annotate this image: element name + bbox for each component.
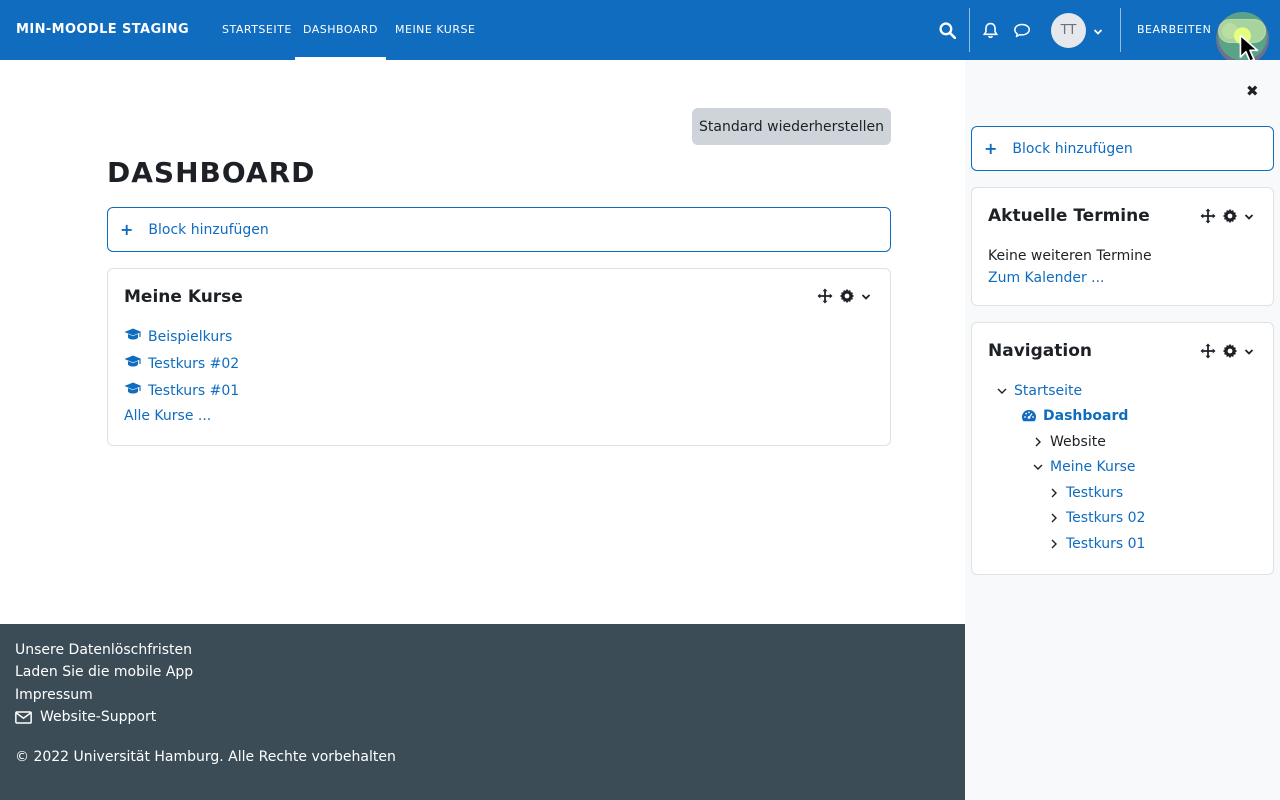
block-title: Aktuelle Termine bbox=[988, 206, 1150, 226]
chevron-right-icon bbox=[1051, 539, 1057, 549]
graduation-cap-icon bbox=[124, 354, 142, 373]
chevron-down-icon[interactable] bbox=[1093, 25, 1103, 41]
envelope-icon bbox=[15, 710, 32, 724]
chat-icon[interactable] bbox=[1013, 22, 1031, 43]
nav-tree-website[interactable]: Website bbox=[1032, 434, 1106, 450]
footer-link-label: Website-Support bbox=[40, 709, 157, 725]
my-courses-block: Meine Kurse Beispielkurs Testkurs #02 Te… bbox=[107, 268, 891, 446]
course-link[interactable]: Testkurs #02 bbox=[124, 354, 239, 373]
course-name: Testkurs #01 bbox=[148, 382, 240, 399]
user-avatar[interactable]: TT bbox=[1051, 13, 1086, 48]
nav-tree-label: Meine Kurse bbox=[1050, 459, 1136, 475]
nav-tree-label: Testkurs 02 bbox=[1066, 510, 1146, 526]
search-icon[interactable] bbox=[939, 22, 957, 43]
gear-icon[interactable] bbox=[839, 288, 855, 308]
bell-icon[interactable] bbox=[982, 22, 999, 43]
gear-icon[interactable] bbox=[1222, 208, 1238, 228]
nav-tree-meine-kurse[interactable]: Meine Kurse bbox=[1032, 459, 1136, 475]
footer-link-impressum[interactable]: Impressum bbox=[15, 687, 93, 703]
drawer-add-block-button[interactable]: + Block hinzufügen bbox=[971, 126, 1274, 171]
block-title: Meine Kurse bbox=[124, 287, 243, 307]
calendar-link[interactable]: Zum Kalender ... bbox=[988, 270, 1105, 286]
copyright-text: © 2022 Universität Hamburg. Alle Rechte … bbox=[15, 749, 396, 765]
nav-tree-label: Dashboard bbox=[1043, 408, 1129, 424]
graduation-cap-icon bbox=[124, 381, 142, 400]
chevron-down-icon bbox=[1033, 464, 1043, 470]
move-icon[interactable] bbox=[1200, 208, 1216, 228]
chevron-down-icon[interactable] bbox=[861, 290, 871, 306]
navigation-block: Navigation Startseite Dashboard Website … bbox=[971, 322, 1274, 575]
no-events-text: Keine weiteren Termine bbox=[988, 248, 1152, 264]
footer-link-support[interactable]: Website-Support bbox=[15, 709, 156, 725]
page-title: DASHBOARD bbox=[107, 156, 316, 189]
chevron-down-icon[interactable] bbox=[1244, 345, 1254, 361]
nav-link-meine-kurse[interactable]: MEINE KURSE bbox=[395, 23, 475, 36]
course-name: Beispielkurs bbox=[148, 328, 233, 345]
nav-tree-course[interactable]: Testkurs 01 bbox=[1048, 536, 1145, 552]
nav-tree-course[interactable]: Testkurs bbox=[1048, 485, 1123, 501]
edit-mode-label: BEARBEITEN bbox=[1137, 23, 1212, 36]
block-controls bbox=[1200, 208, 1254, 228]
block-controls bbox=[817, 288, 871, 308]
nav-tree-label: Testkurs 01 bbox=[1066, 536, 1146, 552]
reset-dashboard-button[interactable]: Standard wiederherstellen bbox=[692, 108, 891, 145]
chevron-right-icon bbox=[1051, 513, 1057, 523]
nav-tree-label: Website bbox=[1050, 434, 1106, 450]
nav-tree-label: Startseite bbox=[1014, 383, 1083, 399]
plus-icon: + bbox=[120, 220, 134, 239]
chevron-down-icon[interactable] bbox=[1244, 210, 1254, 226]
site-brand[interactable]: MIN-MOODLE STAGING bbox=[16, 22, 189, 37]
plus-icon: + bbox=[984, 139, 998, 158]
gear-icon[interactable] bbox=[1222, 343, 1238, 363]
dashboard-gauge-icon bbox=[1022, 410, 1036, 422]
navbar-divider bbox=[969, 8, 970, 52]
events-block: Aktuelle Termine Keine weiteren Termine … bbox=[971, 187, 1274, 306]
chevron-right-icon bbox=[1035, 437, 1041, 447]
close-icon[interactable]: ✖ bbox=[1246, 82, 1259, 100]
add-block-label: Block hinzufügen bbox=[1012, 140, 1133, 157]
all-courses-link[interactable]: Alle Kurse ... bbox=[124, 408, 211, 424]
nav-tree-label: Testkurs bbox=[1066, 485, 1124, 501]
course-link[interactable]: Beispielkurs bbox=[124, 327, 232, 346]
page-footer: Unsere Datenlöschfristen Laden Sie die m… bbox=[0, 624, 965, 800]
nav-tree-startseite[interactable]: Startseite bbox=[996, 383, 1082, 399]
top-navbar: MIN-MOODLE STAGING STARTSEITE DASHBOARD … bbox=[0, 0, 1280, 60]
course-link[interactable]: Testkurs #01 bbox=[124, 381, 239, 400]
navbar-divider bbox=[1120, 8, 1121, 52]
block-title: Navigation bbox=[988, 341, 1092, 361]
add-block-label: Block hinzufügen bbox=[148, 221, 269, 238]
nav-tree-dashboard[interactable]: Dashboard bbox=[1021, 408, 1128, 424]
chevron-right-icon bbox=[1051, 488, 1057, 498]
nav-link-dashboard[interactable]: DASHBOARD bbox=[303, 23, 378, 36]
footer-link-data-deletion[interactable]: Unsere Datenlöschfristen bbox=[15, 642, 192, 658]
nav-tree-course[interactable]: Testkurs 02 bbox=[1048, 510, 1145, 526]
chevron-down-icon bbox=[997, 388, 1007, 394]
nav-link-startseite[interactable]: STARTSEITE bbox=[222, 23, 292, 36]
move-icon[interactable] bbox=[1200, 343, 1216, 363]
nav-active-indicator bbox=[295, 57, 386, 60]
graduation-cap-icon bbox=[124, 327, 142, 346]
course-name: Testkurs #02 bbox=[148, 355, 240, 372]
footer-link-mobile-app[interactable]: Laden Sie die mobile App bbox=[15, 664, 193, 680]
move-icon[interactable] bbox=[817, 288, 833, 308]
add-block-button[interactable]: + Block hinzufügen bbox=[107, 207, 891, 252]
block-controls bbox=[1200, 343, 1254, 363]
